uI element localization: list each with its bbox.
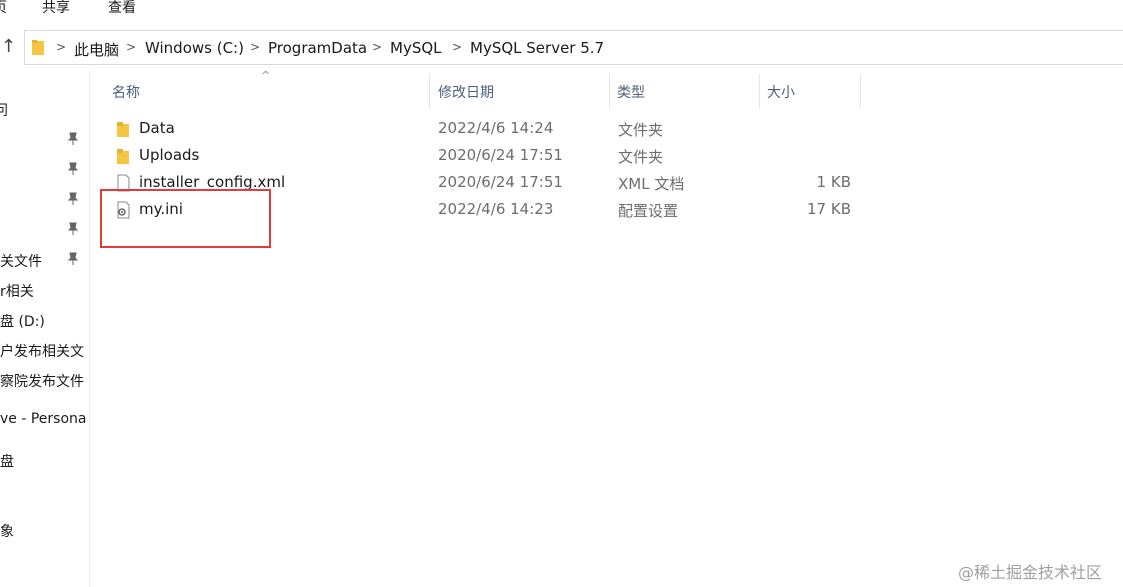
ribbon-tabs: 页 共享 查看 [0,0,1123,22]
file-row[interactable]: Data 2022/4/6 14:24 文件夹 [89,115,889,142]
up-arrow-icon[interactable]: ↑ [1,38,16,56]
address-bar[interactable]: > 此电脑 > Windows (C:) > ProgramData > MyS… [24,30,1123,65]
column-header-name[interactable]: 名称 [112,82,140,102]
file-date: 2022/4/6 14:24 [438,119,554,137]
nav-item[interactable]: 察院发布文件 [0,371,84,391]
file-date: 2020/6/24 17:51 [438,173,563,191]
breadcrumb-mysql[interactable]: MySQL [390,39,442,57]
column-header-size[interactable]: 大小 [767,82,795,102]
chevron-right-icon: > [372,40,383,54]
nav-item[interactable]: 象 [0,521,14,541]
nav-item[interactable]: 关文件 [0,251,42,271]
nav-item[interactable]: 户发布相关文 [0,341,84,361]
folder-icon [117,122,129,137]
pin-icon [67,132,79,145]
folder-icon [32,40,44,55]
file-size: 17 KB [807,200,851,218]
nav-item[interactable]: 问 [0,100,8,120]
pin-icon [67,192,79,205]
pin-icon [67,162,79,175]
file-row[interactable]: Uploads 2020/6/24 17:51 文件夹 [89,142,889,169]
column-headers: ^ 名称 修改日期 类型 大小 [89,69,1123,110]
file-date: 2020/6/24 17:51 [438,146,563,164]
file-name: Uploads [139,146,200,164]
nav-item-drive-d[interactable]: 盘 (D:) [0,311,45,331]
navigation-pane: 问 关文件 r相关 盘 (D:) 户发布相关文 察院发布文件 ve - Pers… [0,70,90,587]
column-header-type[interactable]: 类型 [617,82,645,102]
address-row: ↑ > 此电脑 > Windows (C:) > ProgramData > M… [0,22,1123,70]
chevron-right-icon: > [126,40,137,54]
file-name: Data [139,119,175,137]
breadcrumb-windows-c[interactable]: Windows (C:) [145,39,244,57]
file-type: XML 文档 [618,175,685,193]
sort-ascending-icon: ^ [261,69,271,82]
column-divider[interactable] [429,74,430,108]
column-divider[interactable] [759,74,760,108]
column-divider[interactable] [860,74,861,108]
highlight-box [100,189,271,248]
tab-view[interactable]: 查看 [108,0,136,17]
watermark: @稀土掘金技术社区 [958,563,1103,582]
column-header-date[interactable]: 修改日期 [438,82,494,102]
file-type: 文件夹 [618,148,664,166]
file-date: 2022/4/6 14:23 [438,200,554,218]
nav-item[interactable]: r相关 [0,281,34,301]
chevron-right-icon: > [452,40,463,54]
column-divider[interactable] [609,74,610,108]
breadcrumb-this-pc[interactable]: 此电脑 [74,39,119,60]
chevron-right-icon: > [56,40,67,54]
file-type: 文件夹 [618,121,664,139]
breadcrumb-programdata[interactable]: ProgramData [268,39,367,57]
file-type: 配置设置 [618,202,679,220]
pin-icon [67,252,79,265]
nav-item-onedrive[interactable]: ve - Persona [0,411,86,427]
folder-icon [117,149,129,164]
breadcrumb-mysql-server[interactable]: MySQL Server 5.7 [470,39,604,57]
tab-share[interactable]: 共享 [42,0,70,17]
tab-home[interactable]: 页 [0,0,7,17]
nav-item[interactable]: 盘 [0,451,14,471]
chevron-right-icon: > [250,40,261,54]
pin-icon [67,222,79,235]
file-size: 1 KB [816,173,851,191]
